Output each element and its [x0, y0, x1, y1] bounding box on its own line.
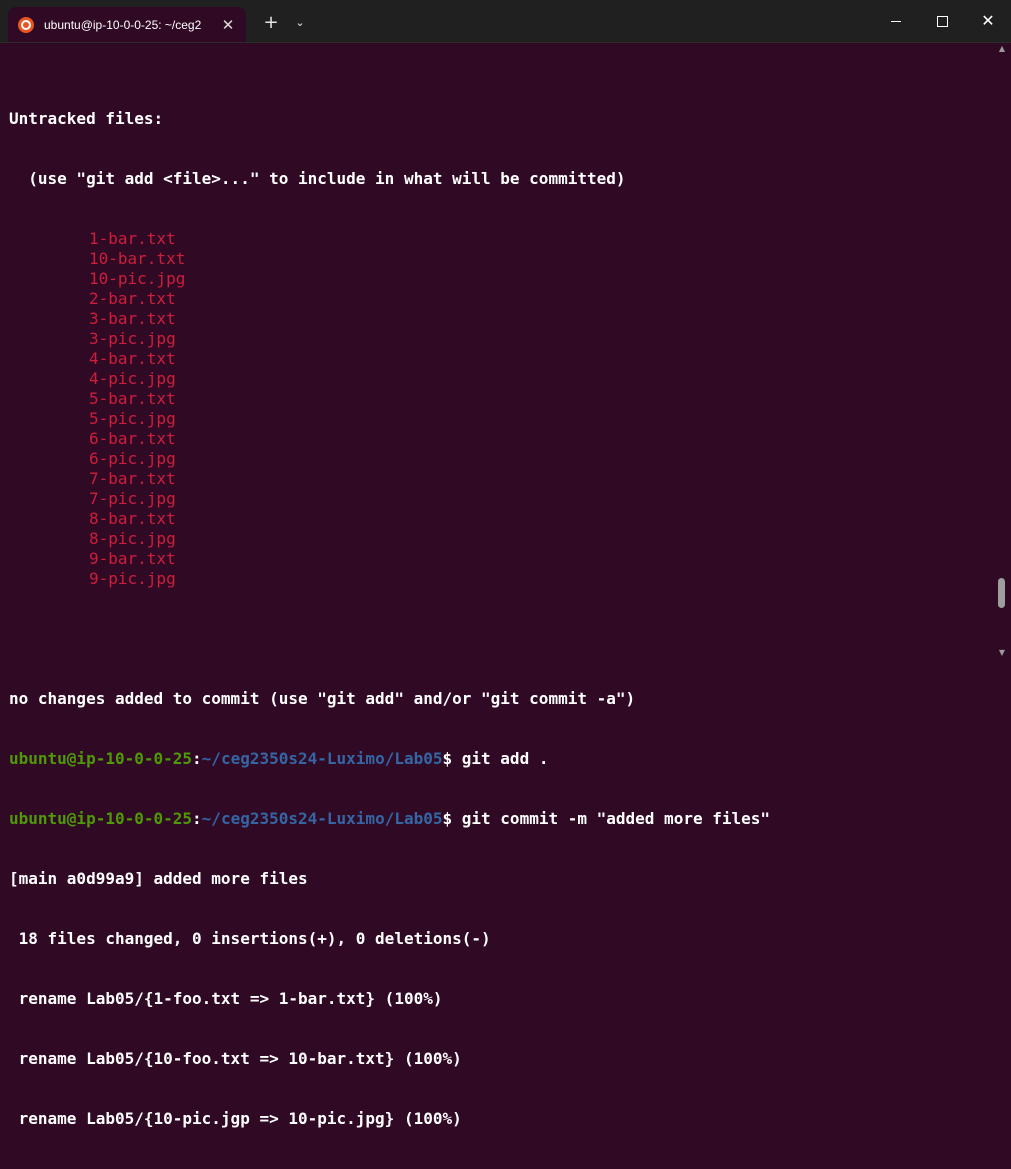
maximize-button[interactable]: [919, 0, 965, 42]
chevron-down-icon[interactable]: ⌄: [291, 11, 309, 35]
close-icon: ✕: [981, 11, 995, 30]
untracked-file: 8-bar.txt: [89, 509, 176, 528]
ubuntu-icon: [18, 16, 34, 33]
terminal-tab[interactable]: ubuntu@ip-10-0-0-25: ~/ceg2 ✕: [8, 7, 246, 42]
minimize-button[interactable]: [873, 0, 919, 42]
prompt-line: ubuntu@ip-10-0-0-25:~/ceg2350s24-Luximo/…: [9, 809, 989, 829]
untracked-file: 1-bar.txt: [89, 229, 176, 248]
untracked-file: 10-pic.jpg: [89, 269, 186, 288]
prompt-path: ~/ceg2350s24-Luximo/Lab05: [201, 749, 443, 768]
untracked-file: 10-bar.txt: [89, 249, 186, 268]
close-button[interactable]: ✕: [965, 0, 1011, 42]
tab-close-icon[interactable]: ✕: [220, 16, 236, 34]
untracked-file: 9-pic.jpg: [89, 569, 176, 588]
tab-title: ubuntu@ip-10-0-0-25: ~/ceg2: [44, 17, 202, 32]
output-line: Untracked files:: [9, 109, 164, 128]
untracked-file: 8-pic.jpg: [89, 529, 176, 548]
vertical-scrollbar[interactable]: ▲ ▼: [995, 42, 1009, 666]
rename-line: rename Lab05/{1-foo.txt => 1-bar.txt} (1…: [9, 989, 443, 1008]
untracked-file: 4-pic.jpg: [89, 369, 176, 388]
untracked-file: 5-pic.jpg: [89, 409, 176, 428]
prompt-separator: :: [192, 809, 202, 828]
scrollbar-thumb[interactable]: [998, 578, 1005, 608]
command-text: git commit -m "added more files": [461, 809, 771, 828]
terminal-output[interactable]: Untracked files: (use "git add <file>...…: [9, 69, 989, 1128]
untracked-file: 6-bar.txt: [89, 429, 176, 448]
minimize-icon: [891, 21, 901, 22]
title-bar: ubuntu@ip-10-0-0-25: ~/ceg2 ✕ + ⌄ ✕: [0, 0, 1011, 43]
rename-line: rename Lab05/{10-foo.txt => 10-bar.txt} …: [9, 1049, 462, 1068]
output-line: [main a0d99a9] added more files: [9, 869, 308, 888]
output-line: (use "git add <file>..." to include in w…: [9, 169, 626, 188]
untracked-file: 3-pic.jpg: [89, 329, 176, 348]
command-text: git add .: [461, 749, 549, 768]
untracked-file-list: 1-bar.txt 10-bar.txt 10-pic.jpg 2-bar.txt 3-…: [9, 229, 989, 589]
prompt-user: ubuntu@ip-10-0-0-25: [9, 809, 193, 828]
maximize-icon: [936, 16, 948, 27]
untracked-file: 4-bar.txt: [89, 349, 176, 368]
rename-line: rename Lab05/{10-pic.jgp => 10-pic.jpg} …: [9, 1109, 462, 1128]
scroll-up-icon[interactable]: ▲: [997, 44, 1007, 54]
untracked-file: 2-bar.txt: [89, 289, 176, 308]
new-tab-button[interactable]: +: [261, 11, 281, 35]
output-line: no changes added to commit (use "git add…: [9, 689, 636, 708]
terminal-window: ubuntu@ip-10-0-0-25: ~/ceg2 ✕ + ⌄ ✕ Untr…: [0, 0, 1011, 1128]
prompt-user: ubuntu@ip-10-0-0-25: [9, 749, 193, 768]
untracked-file: 6-pic.jpg: [89, 449, 176, 468]
untracked-file: 5-bar.txt: [89, 389, 176, 408]
output-line: 18 files changed, 0 insertions(+), 0 del…: [9, 929, 491, 948]
untracked-file: 3-bar.txt: [89, 309, 176, 328]
prompt-dollar: $: [442, 809, 462, 828]
prompt-line: ubuntu@ip-10-0-0-25:~/ceg2350s24-Luximo/…: [9, 749, 989, 769]
untracked-file: 7-pic.jpg: [89, 489, 176, 508]
prompt-path: ~/ceg2350s24-Luximo/Lab05: [201, 809, 443, 828]
untracked-file: 7-bar.txt: [89, 469, 176, 488]
scroll-down-icon[interactable]: ▼: [997, 648, 1007, 658]
prompt-dollar: $: [442, 749, 462, 768]
prompt-separator: :: [192, 749, 202, 768]
untracked-file: 9-bar.txt: [89, 549, 176, 568]
